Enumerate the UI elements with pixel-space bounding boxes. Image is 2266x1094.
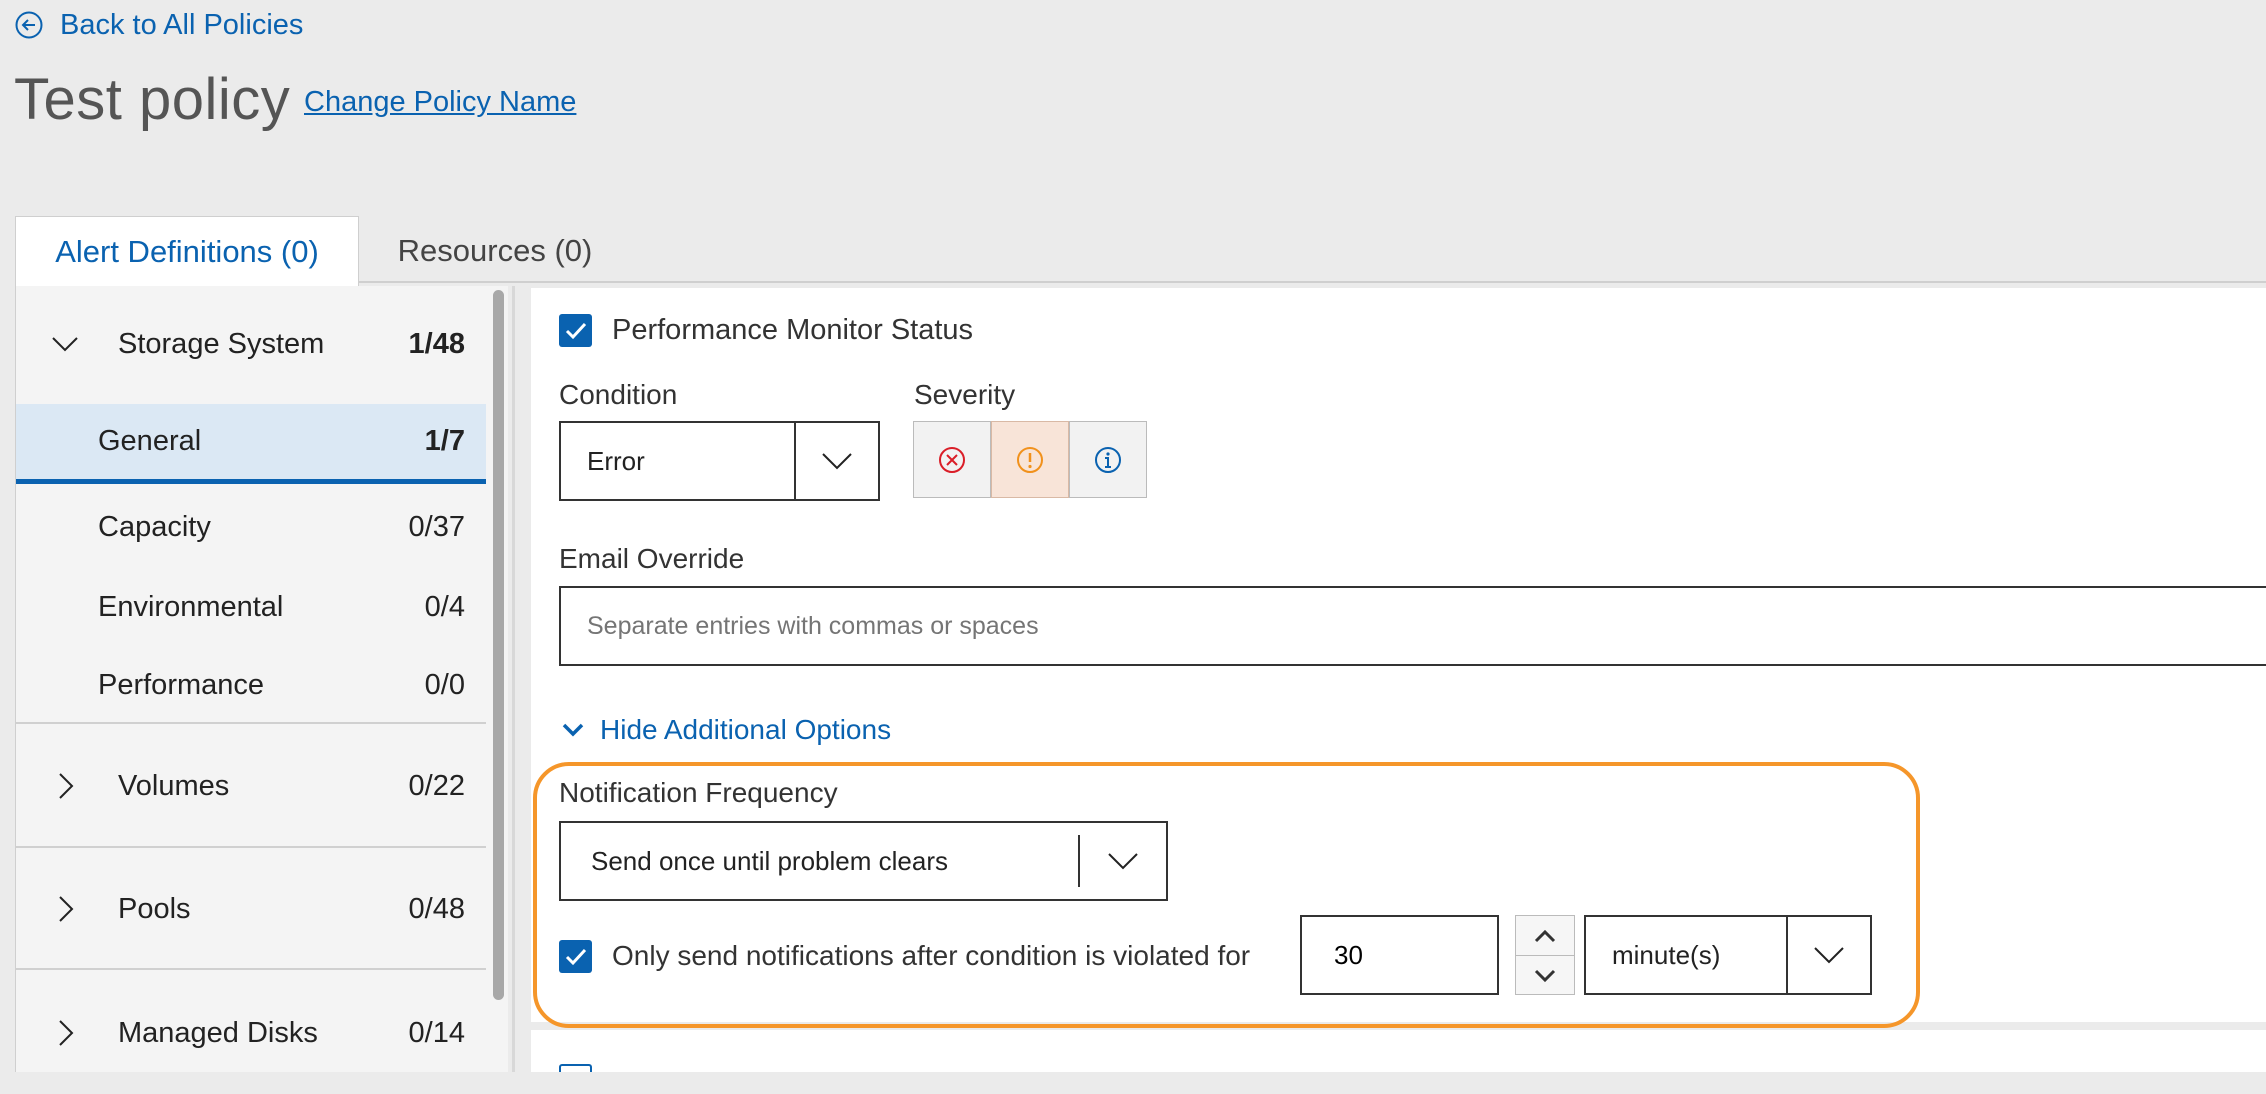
toggle-options-label: Hide Additional Options: [600, 714, 892, 745]
sidebar-item-count: 0/0: [424, 668, 465, 701]
sidebar-group-count: 0/22: [408, 769, 465, 802]
highlight-annotation: [533, 762, 1920, 1028]
sidebar-group-count: 1/48: [408, 327, 465, 360]
alert-name: Performance Monitor Status: [612, 314, 974, 346]
sidebar-item-performance[interactable]: Performance 0/0: [16, 648, 487, 724]
chevron-right-icon: [16, 1020, 110, 1046]
sidebar-item-label: Environmental: [98, 590, 284, 623]
sidebar-item-label: Performance: [98, 668, 265, 701]
sidebar-group-volumes[interactable]: Volumes 0/22: [16, 726, 487, 848]
next-alert-checkbox[interactable]: [559, 1064, 592, 1072]
chevron-up-icon: [562, 723, 584, 737]
tab-divider: [359, 281, 2266, 283]
email-override-label: Email Override: [559, 543, 745, 574]
sidebar-group-label: Volumes: [118, 769, 230, 802]
sidebar-scrollbar-thumb[interactable]: [493, 290, 504, 1000]
severity-warning-button[interactable]: [991, 421, 1069, 498]
critical-icon: [939, 446, 965, 473]
back-link[interactable]: Back to All Policies: [14, 8, 303, 42]
info-icon: [1095, 446, 1121, 473]
chevron-right-icon: [16, 896, 110, 922]
page-title: Test policy: [14, 67, 291, 132]
sidebar-group-pools[interactable]: Pools 0/48: [16, 850, 487, 970]
sidebar-group-label: Storage System: [118, 327, 325, 360]
tab-resources[interactable]: Resources (0): [370, 216, 620, 286]
severity-critical-button[interactable]: [913, 421, 991, 498]
sidebar-group-managed-disks[interactable]: Managed Disks 0/14: [16, 972, 487, 1094]
hide-additional-options-toggle[interactable]: Hide Additional Options: [562, 714, 891, 746]
email-override-input[interactable]: [559, 586, 2266, 666]
warning-icon: [1017, 446, 1043, 473]
condition-select[interactable]: Error: [559, 421, 880, 501]
category-sidebar: Storage System 1/48 General 1/7 Capacity…: [15, 286, 487, 1072]
sidebar-item-count: 0/37: [408, 510, 465, 543]
chevron-down-icon: [16, 336, 104, 352]
chevron-down-icon: [796, 452, 878, 470]
sidebar-item-environmental[interactable]: Environmental 0/4: [16, 568, 487, 646]
sidebar-item-count: 1/7: [424, 425, 465, 457]
panel-divider: [512, 286, 515, 1072]
sidebar-group-storage-system[interactable]: Storage System 1/48: [16, 286, 487, 402]
alert-enabled-checkbox[interactable]: [559, 314, 592, 347]
severity-info-button[interactable]: [1069, 421, 1147, 498]
back-link-label: Back to All Policies: [60, 8, 304, 41]
checkmark-icon: [565, 322, 586, 339]
severity-selector: [913, 421, 1147, 498]
sidebar-group-label: Managed Disks: [118, 1016, 318, 1049]
tab-alert-definitions[interactable]: Alert Definitions (0): [15, 216, 359, 286]
sidebar-item-capacity[interactable]: Capacity 0/37: [16, 488, 487, 566]
chevron-right-icon: [16, 773, 110, 799]
sidebar-item-count: 0/4: [424, 590, 465, 623]
condition-value: Error: [587, 445, 645, 476]
sidebar-group-label: Pools: [118, 892, 191, 925]
sidebar-item-label: General: [98, 425, 202, 457]
sidebar-item-label: Capacity: [98, 510, 211, 543]
condition-label: Condition: [559, 379, 678, 410]
severity-label: Severity: [914, 379, 1016, 410]
next-alert-panel: [531, 1030, 2266, 1072]
sidebar-group-count: 0/14: [408, 1016, 465, 1049]
change-policy-name-link[interactable]: Change Policy Name: [304, 86, 576, 119]
sidebar-item-general[interactable]: General 1/7: [16, 404, 487, 484]
sidebar-group-count: 0/48: [408, 892, 465, 925]
back-arrow-icon: [14, 10, 44, 40]
